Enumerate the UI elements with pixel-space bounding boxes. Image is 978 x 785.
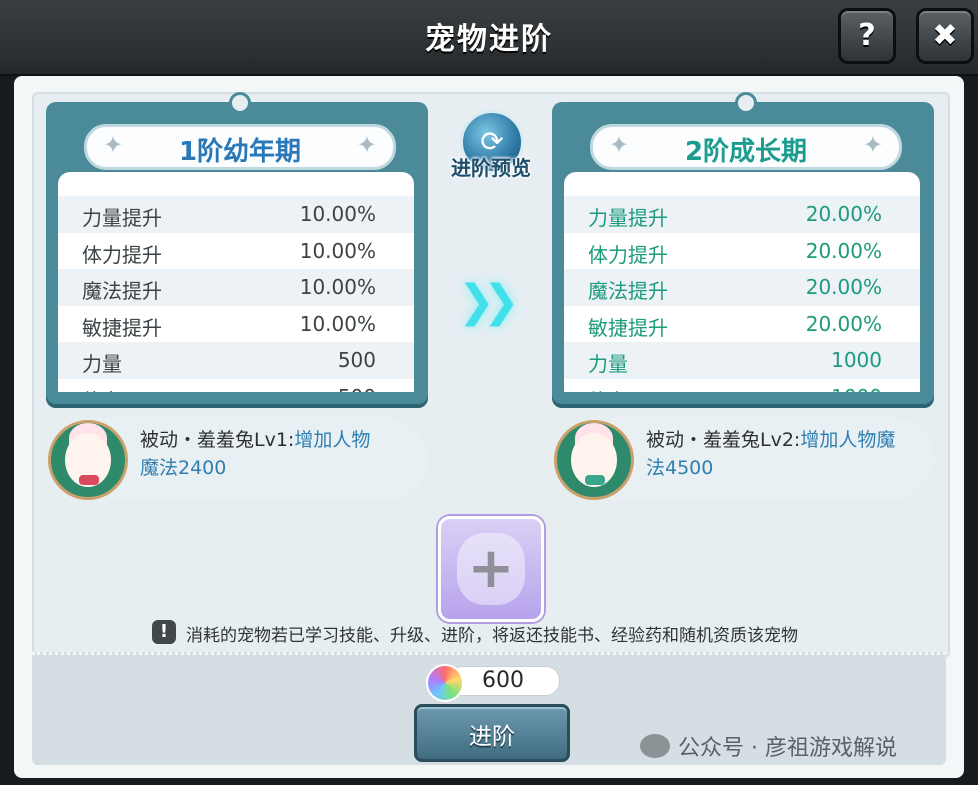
stat-value: 20.00% [805, 202, 882, 226]
game-window: 宠物进阶 ? ✖ ✦ 1阶幼年期 ✦ 力量提升 10.00% 体力提升 10.00%… [0, 0, 978, 785]
stat-value: 20.00% [805, 311, 882, 336]
close-icon: ✖ [932, 18, 958, 53]
stat-row: 体力提升 10.00% [58, 233, 414, 270]
stat-value: 500 [337, 348, 376, 373]
help-button[interactable]: ? [838, 8, 896, 64]
stat-row: 敏捷提升 20.00% [564, 306, 920, 343]
next-skill: 被动・羞羞兔Lv2:增加人物魔 法4500 [554, 418, 934, 500]
advance-button-label: 进阶 [469, 724, 515, 750]
stat-row: 敏捷提升 10.00% [58, 306, 414, 343]
exclamation-icon: ! [152, 620, 176, 644]
stat-value: 10.00% [299, 238, 376, 263]
warning-text: 消耗的宠物若已学习技能、升级、进阶，将返还技能书、经验药和随机资质该宠物 [186, 626, 798, 646]
stat-label: 体力 [82, 385, 122, 392]
stat-value: 1000 [831, 348, 882, 373]
card-knob [229, 92, 251, 114]
stat-row: 体力提升 20.00% [564, 233, 920, 270]
rainbow-coin-icon [426, 664, 464, 702]
double-chevron-right-icon: ❯❯ [458, 276, 520, 327]
plus-icon: + [467, 536, 515, 601]
stat-row: 体力 1000 [564, 379, 920, 392]
stat-value: 10.00% [299, 202, 376, 226]
wechat-icon [640, 734, 670, 758]
bow-icon [585, 475, 605, 485]
stat-label: 力量 [82, 352, 122, 377]
stat-label: 力量提升 [588, 206, 668, 230]
stat-value: 20.00% [805, 275, 882, 300]
stat-value: 1000 [831, 385, 882, 392]
stat-row: 魔法提升 20.00% [564, 269, 920, 306]
stat-value: 20.00% [805, 238, 882, 263]
skill-name: 被动・羞羞兔Lv1: [140, 429, 295, 451]
stat-label: 魔法提升 [82, 279, 162, 304]
skill-name: 被动・羞羞兔Lv2: [646, 429, 801, 451]
stat-label: 体力提升 [588, 242, 668, 267]
current-skill: 被动・羞羞兔Lv1:增加人物 魔法2400 [48, 418, 428, 500]
window-title: 宠物进阶 [425, 22, 553, 57]
stage-banner: ✦ 2阶成长期 ✦ [590, 124, 902, 170]
stat-value: 500 [338, 385, 376, 392]
consume-pet-slot[interactable]: + [438, 516, 544, 622]
skill-text: 被动・羞羞兔Lv2:增加人物魔 法4500 [646, 426, 928, 482]
stat-list[interactable]: 力量提升 20.00% 体力提升 20.00% 魔法提升 20.00% 敏捷提升 20.… [564, 172, 920, 392]
stat-label: 体力 [588, 385, 628, 392]
stat-row: 力量提升 20.00% [564, 196, 920, 233]
stat-value: 10.00% [299, 275, 376, 300]
skill-desc: 增加人物魔 [800, 429, 896, 451]
skill-desc: 魔法2400 [140, 457, 227, 479]
card-knob [735, 92, 757, 114]
skill-text: 被动・羞羞兔Lv1:增加人物 魔法2400 [140, 426, 422, 482]
title-bar: 宠物进阶 ? ✖ [0, 0, 978, 76]
stat-row: 力量 1000 [564, 342, 920, 379]
pet-avatar[interactable] [554, 420, 634, 500]
stat-list[interactable]: 力量提升 10.00% 体力提升 10.00% 魔法提升 10.00% 敏捷提升 10.… [58, 172, 414, 392]
skill-desc: 增加人物 [294, 429, 371, 451]
stat-label: 力量 [588, 352, 628, 377]
stat-label: 力量提升 [82, 206, 162, 230]
stage-name: 1阶幼年期 [178, 137, 302, 167]
preview-label: 进阶预览 [451, 156, 531, 180]
next-stage-card: ✦ 2阶成长期 ✦ 力量提升 20.00% 体力提升 20.00% 魔法提升 20.0… [552, 92, 934, 408]
stage-name: 2阶成长期 [684, 137, 808, 167]
stat-row: 力量提升 10.00% [58, 196, 414, 233]
stat-value: 10.00% [299, 311, 376, 336]
stat-row: 力量 500 [58, 342, 414, 379]
stat-label: 魔法提升 [588, 279, 668, 304]
stat-label: 敏捷提升 [588, 315, 668, 340]
skill-desc: 法4500 [646, 457, 714, 479]
stat-row: 魔法提升 10.00% [58, 269, 414, 306]
advance-button[interactable]: 进阶 [414, 704, 570, 762]
stat-label: 敏捷提升 [82, 315, 162, 340]
warning-notice: ! 消耗的宠物若已学习技能、升级、进阶，将返还技能书、经验药和随机资质该宠物 [152, 620, 872, 648]
cost-amount: 600 [482, 668, 524, 693]
star-icon: ✦ [862, 131, 883, 159]
current-stage-card: ✦ 1阶幼年期 ✦ 力量提升 10.00% 体力提升 10.00% 魔法提升 10.0… [46, 92, 428, 408]
close-button[interactable]: ✖ [916, 8, 974, 64]
stat-row: 体力 500 [58, 379, 414, 392]
stat-label: 体力提升 [82, 242, 162, 267]
stage-banner: ✦ 1阶幼年期 ✦ [84, 124, 396, 170]
watermark: 公众号 · 彦祖游戏解说 [640, 730, 897, 761]
cost-display: 600 [426, 664, 560, 702]
pet-avatar[interactable] [48, 420, 128, 500]
bow-icon [79, 475, 99, 485]
help-icon: ? [858, 18, 876, 53]
watermark-text: 公众号 · 彦祖游戏解说 [678, 736, 897, 761]
star-icon: ✦ [356, 131, 377, 159]
